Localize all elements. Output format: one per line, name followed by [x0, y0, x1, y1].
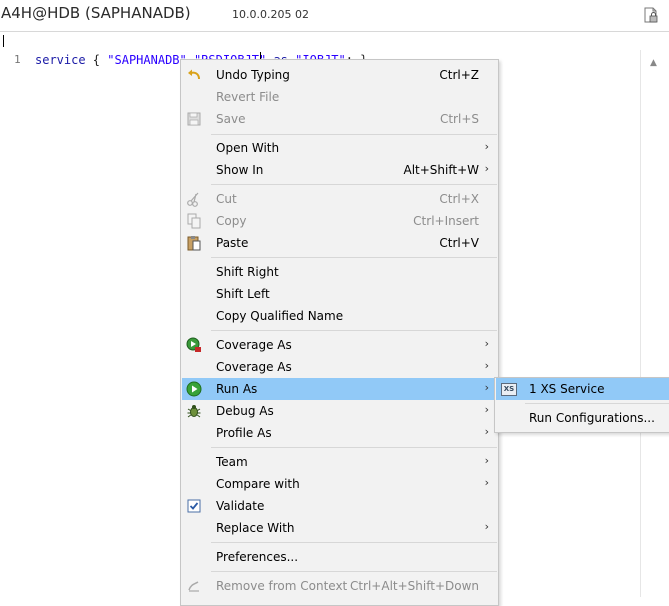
submenu-arrow-icon: › [484, 476, 489, 489]
menu-label: Debug As [216, 404, 274, 418]
code-brace: { [85, 53, 108, 67]
menu-item-revert-file[interactable]: Revert File [182, 86, 497, 108]
menu-label: Coverage As [216, 338, 292, 352]
scissors-icon [186, 191, 202, 207]
menu-label: Copy Qualified Name [216, 309, 344, 323]
menu-separator [211, 134, 497, 135]
menu-item-team[interactable]: Team › [182, 451, 497, 473]
menu-label: Cut [216, 192, 237, 206]
submenu-separator [525, 403, 669, 404]
submenu-arrow-icon: › [484, 359, 489, 372]
menu-separator [211, 542, 497, 543]
menu-separator [211, 571, 497, 572]
menu-item-undo-typing[interactable]: Undo Typing Ctrl+Z [182, 64, 497, 86]
menu-label: Validate [216, 499, 265, 513]
menu-label: Compare with [216, 477, 300, 491]
menu-label: Save [216, 112, 246, 126]
clipboard-icon [186, 235, 202, 251]
menu-shortcut: Ctrl+S [439, 112, 479, 126]
menu-label: Show In [216, 163, 264, 177]
context-menu: Undo Typing Ctrl+Z Revert File Save Ctrl… [180, 59, 499, 606]
run-as-submenu: XS 1 XS Service Run Configurations... [494, 377, 669, 433]
menu-label: Open With [216, 141, 280, 155]
menu-shortcut: Ctrl+Insert [413, 214, 479, 228]
menu-separator [211, 257, 497, 258]
menu-item-shift-right[interactable]: Shift Right [182, 261, 497, 283]
menu-item-copy[interactable]: Copy Ctrl+Insert [182, 210, 497, 232]
keyword-service: service [35, 53, 86, 67]
menu-label: Shift Left [216, 287, 270, 301]
menu-item-show-in[interactable]: Show In Alt+Shift+W › [182, 159, 497, 181]
checkbox-icon [186, 498, 202, 514]
menu-item-profile-as[interactable]: Profile As › [182, 422, 497, 444]
menu-label: Coverage As [216, 360, 292, 374]
menu-shortcut: Ctrl+X [439, 192, 479, 206]
menu-item-remove-from-context[interactable]: Remove from Context Ctrl+Alt+Shift+Down [182, 575, 497, 597]
submenu-arrow-icon: › [484, 425, 489, 438]
menu-shortcut: Ctrl+Z [439, 68, 479, 82]
menu-label: Undo Typing [216, 68, 290, 82]
document-lock-icon[interactable] [643, 7, 659, 23]
menu-item-debug-as[interactable]: Debug As › [182, 400, 497, 422]
menu-item-open-with[interactable]: Open With › [182, 137, 497, 159]
menu-label: Team [216, 455, 248, 469]
submenu-arrow-icon: › [484, 140, 489, 153]
menu-item-compare-with[interactable]: Compare with › [182, 473, 497, 495]
text-cursor [3, 35, 4, 47]
undo-arrow-icon [186, 67, 202, 83]
menu-label: Profile As [216, 426, 272, 440]
submenu-label: Run Configurations... [529, 411, 655, 425]
menu-shortcut: Alt+Shift+W [403, 163, 480, 177]
submenu-arrow-icon: › [484, 454, 489, 467]
run-green-icon [186, 381, 202, 397]
line-number-gutter: 1 [0, 50, 30, 597]
code-string-schema: "SAPHANADB" [107, 53, 187, 67]
menu-separator [211, 447, 497, 448]
host-label: 10.0.0.205 02 [232, 8, 309, 21]
menu-item-shift-left[interactable]: Shift Left [182, 283, 497, 305]
submenu-item-run-configurations[interactable]: Run Configurations... [496, 407, 669, 429]
connection-title: A4H@HDB (SAPHANADB) [1, 4, 191, 22]
menu-item-run-as[interactable]: Run As › [182, 378, 497, 400]
submenu-arrow-icon: › [484, 381, 489, 394]
menu-item-save[interactable]: Save Ctrl+S [182, 108, 497, 130]
menu-label: Remove from Context [216, 579, 348, 593]
xs-service-icon: XS [501, 383, 517, 396]
bug-icon [186, 403, 202, 419]
menu-separator [211, 330, 497, 331]
submenu-arrow-icon: › [484, 337, 489, 350]
menu-item-replace-with[interactable]: Replace With › [182, 517, 497, 539]
submenu-arrow-icon: › [484, 403, 489, 416]
editor-input-strip[interactable] [0, 31, 669, 51]
disk-icon [186, 111, 202, 127]
menu-item-copy-qualified-name[interactable]: Copy Qualified Name [182, 305, 497, 327]
coverage-icon [186, 337, 202, 353]
scroll-up-arrow-icon[interactable]: ▲ [650, 58, 657, 68]
menu-item-preferences[interactable]: Preferences... [182, 546, 497, 568]
menu-separator [211, 184, 497, 185]
menu-shortcut: Ctrl+Alt+Shift+Down [349, 579, 479, 593]
menu-item-validate[interactable]: Validate [182, 495, 497, 517]
submenu-arrow-icon: › [484, 162, 489, 175]
submenu-item-xs-service[interactable]: XS 1 XS Service [496, 378, 669, 400]
submenu-label: 1 XS Service [529, 382, 605, 396]
menu-label: Preferences... [216, 550, 299, 564]
menu-shortcut: Ctrl+V [439, 236, 479, 250]
menu-label: Revert File [216, 90, 280, 104]
menu-item-paste[interactable]: Paste Ctrl+V [182, 232, 497, 254]
vertical-scrollbar[interactable]: ▲ [640, 50, 669, 597]
remove-context-icon [186, 578, 202, 594]
menu-item-cut[interactable]: Cut Ctrl+X [182, 188, 497, 210]
menu-label: Replace With [216, 521, 295, 535]
menu-item-coverage-as-2[interactable]: Coverage As › [182, 356, 497, 378]
copy-icon [186, 213, 202, 229]
menu-label: Shift Right [216, 265, 279, 279]
line-number: 1 [14, 53, 21, 66]
menu-label: Run As [216, 382, 258, 396]
menu-label: Paste [216, 236, 249, 250]
editor-title-bar: A4H@HDB (SAPHANADB) 10.0.0.205 02 [0, 0, 669, 30]
submenu-arrow-icon: › [484, 520, 489, 533]
menu-label: Copy [216, 214, 247, 228]
menu-item-coverage-as-1[interactable]: Coverage As › [182, 334, 497, 356]
